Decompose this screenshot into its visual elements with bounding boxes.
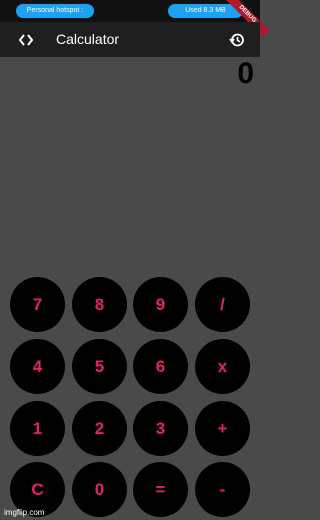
key-minus[interactable]: - bbox=[195, 462, 250, 517]
history-icon[interactable] bbox=[225, 28, 249, 52]
watermark: imgflip.com bbox=[4, 508, 45, 517]
app-bar: Calculator bbox=[0, 22, 260, 57]
key-3[interactable]: 3 bbox=[133, 401, 188, 456]
key-7[interactable]: 7 bbox=[10, 277, 65, 332]
display-value: 0 bbox=[237, 57, 254, 90]
key-2[interactable]: 2 bbox=[72, 401, 127, 456]
key-8[interactable]: 8 bbox=[72, 277, 127, 332]
key-9[interactable]: 9 bbox=[133, 277, 188, 332]
key-1[interactable]: 1 bbox=[10, 401, 65, 456]
key-divide[interactable]: / bbox=[195, 277, 250, 332]
key-plus[interactable]: + bbox=[195, 401, 250, 456]
code-icon[interactable] bbox=[14, 28, 38, 52]
key-6[interactable]: 6 bbox=[133, 339, 188, 394]
key-equals[interactable]: = bbox=[133, 462, 188, 517]
key-multiply[interactable]: x bbox=[195, 339, 250, 394]
status-bar: Personal hotspot : Used 8.3 MB bbox=[0, 0, 260, 22]
hotspot-pill[interactable]: Personal hotspot : bbox=[16, 4, 94, 18]
key-0[interactable]: 0 bbox=[72, 462, 127, 517]
key-5[interactable]: 5 bbox=[72, 339, 127, 394]
key-4[interactable]: 4 bbox=[10, 339, 65, 394]
page-title: Calculator bbox=[56, 31, 120, 47]
calculator-display: 0 bbox=[0, 57, 260, 267]
